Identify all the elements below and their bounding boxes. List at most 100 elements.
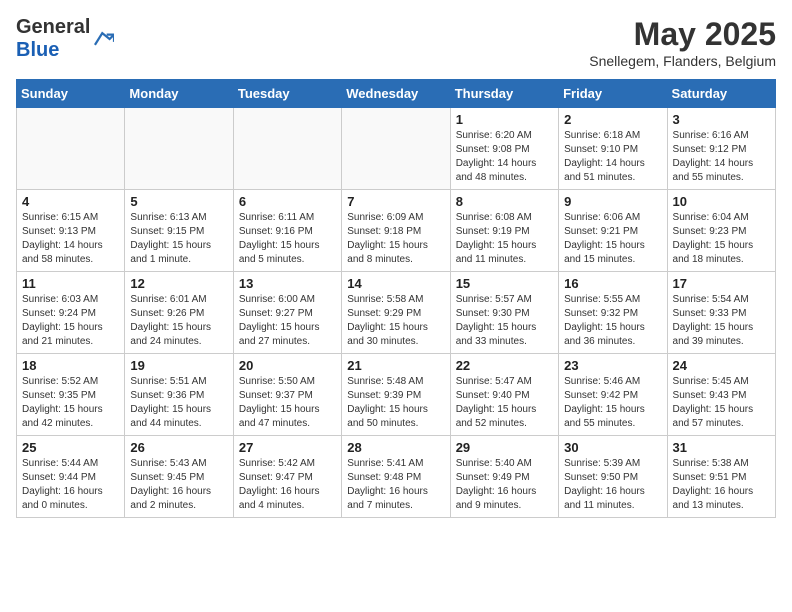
calendar-cell [17, 108, 125, 190]
calendar-cell: 27 Sunrise: 5:42 AM Sunset: 9:47 PM Dayli… [233, 436, 341, 518]
weekday-header-wednesday: Wednesday [342, 80, 450, 108]
day-number: 4 [22, 194, 119, 209]
day-number: 5 [130, 194, 227, 209]
calendar-cell: 2 Sunrise: 6:18 AM Sunset: 9:10 PM Daylig… [559, 108, 667, 190]
day-info: Sunrise: 5:38 AM Sunset: 9:51 PM Dayligh… [673, 457, 770, 513]
calendar-cell: 9Sunrise: 6:06 AM Sunset: 9:21 PM Daylig… [559, 190, 667, 272]
calendar-cell: 16 Sunrise: 5:55 AM Sunset: 9:32 PM Dayli… [559, 272, 667, 354]
calendar-cell: 20Sunrise: 5:50 AM Sunset: 9:37 PM Dayli… [233, 354, 341, 436]
day-info: Sunrise: 6:11 AM Sunset: 9:16 PM Dayligh… [239, 211, 336, 267]
logo: General Blue [16, 16, 114, 62]
calendar-cell: 19 Sunrise: 5:51 AM Sunset: 9:36 PM Dayli… [125, 354, 233, 436]
day-info: Sunrise: 6:16 AM Sunset: 9:12 PM Dayligh… [673, 129, 770, 185]
week-row-1: 1 Sunrise: 6:20 AM Sunset: 9:08 PM Daylig… [17, 108, 776, 190]
day-number: 20 [239, 358, 336, 373]
title-block: May 2025 Snellegem, Flanders, Belgium [589, 16, 776, 69]
calendar-cell: 26 Sunrise: 5:43 AM Sunset: 9:45 PM Dayli… [125, 436, 233, 518]
day-number: 12 [130, 276, 227, 291]
day-number: 18 [22, 358, 119, 373]
calendar-cell: 17Sunrise: 5:54 AM Sunset: 9:33 PM Dayli… [667, 272, 775, 354]
day-number: 19 [130, 358, 227, 373]
weekday-header-row: SundayMondayTuesdayWednesdayThursdayFrid… [17, 80, 776, 108]
weekday-header-friday: Friday [559, 80, 667, 108]
day-number: 28 [347, 440, 444, 455]
day-info: Sunrise: 6:20 AM Sunset: 9:08 PM Dayligh… [456, 129, 553, 185]
calendar-cell: 25Sunrise: 5:44 AM Sunset: 9:44 PM Dayli… [17, 436, 125, 518]
calendar-cell [233, 108, 341, 190]
day-number: 16 [564, 276, 661, 291]
calendar-cell: 5 Sunrise: 6:13 AM Sunset: 9:15 PM Daylig… [125, 190, 233, 272]
day-info: Sunrise: 6:18 AM Sunset: 9:10 PM Dayligh… [564, 129, 661, 185]
day-info: Sunrise: 5:43 AM Sunset: 9:45 PM Dayligh… [130, 457, 227, 513]
logo-blue: Blue [16, 39, 59, 61]
day-number: 23 [564, 358, 661, 373]
week-row-4: 18 Sunrise: 5:52 AM Sunset: 9:35 PM Dayli… [17, 354, 776, 436]
day-number: 17 [673, 276, 770, 291]
day-number: 14 [347, 276, 444, 291]
calendar-cell: 28 Sunrise: 5:41 AM Sunset: 9:48 PM Dayli… [342, 436, 450, 518]
calendar-cell: 11Sunrise: 6:03 AM Sunset: 9:24 PM Dayli… [17, 272, 125, 354]
calendar-cell: 8Sunrise: 6:08 AM Sunset: 9:19 PM Daylig… [450, 190, 558, 272]
day-info: Sunrise: 6:08 AM Sunset: 9:19 PM Dayligh… [456, 211, 553, 267]
day-number: 29 [456, 440, 553, 455]
day-info: Sunrise: 6:09 AM Sunset: 9:18 PM Dayligh… [347, 211, 444, 267]
calendar-cell: 1 Sunrise: 6:20 AM Sunset: 9:08 PM Daylig… [450, 108, 558, 190]
day-info: Sunrise: 5:52 AM Sunset: 9:35 PM Dayligh… [22, 375, 119, 431]
logo-icon [92, 28, 114, 50]
day-number: 2 [564, 112, 661, 127]
day-number: 9 [564, 194, 661, 209]
weekday-header-sunday: Sunday [17, 80, 125, 108]
day-info: Sunrise: 5:58 AM Sunset: 9:29 PM Dayligh… [347, 293, 444, 349]
calendar-cell: 31 Sunrise: 5:38 AM Sunset: 9:51 PM Dayli… [667, 436, 775, 518]
day-number: 24 [673, 358, 770, 373]
day-info: Sunrise: 6:13 AM Sunset: 9:15 PM Dayligh… [130, 211, 227, 267]
calendar-cell: 30 Sunrise: 5:39 AM Sunset: 9:50 PM Dayli… [559, 436, 667, 518]
day-number: 27 [239, 440, 336, 455]
weekday-header-monday: Monday [125, 80, 233, 108]
logo-general: General [16, 16, 90, 38]
logo-text: General Blue [16, 16, 90, 62]
day-info: Sunrise: 6:01 AM Sunset: 9:26 PM Dayligh… [130, 293, 227, 349]
day-info: Sunrise: 5:48 AM Sunset: 9:39 PM Dayligh… [347, 375, 444, 431]
calendar-cell [125, 108, 233, 190]
day-number: 30 [564, 440, 661, 455]
day-number: 3 [673, 112, 770, 127]
day-info: Sunrise: 5:40 AM Sunset: 9:49 PM Dayligh… [456, 457, 553, 513]
month-title: May 2025 [589, 16, 776, 53]
day-info: Sunrise: 5:57 AM Sunset: 9:30 PM Dayligh… [456, 293, 553, 349]
day-info: Sunrise: 5:47 AM Sunset: 9:40 PM Dayligh… [456, 375, 553, 431]
day-info: Sunrise: 5:42 AM Sunset: 9:47 PM Dayligh… [239, 457, 336, 513]
day-info: Sunrise: 5:51 AM Sunset: 9:36 PM Dayligh… [130, 375, 227, 431]
week-row-5: 25Sunrise: 5:44 AM Sunset: 9:44 PM Dayli… [17, 436, 776, 518]
calendar-cell: 14 Sunrise: 5:58 AM Sunset: 9:29 PM Dayli… [342, 272, 450, 354]
day-number: 10 [673, 194, 770, 209]
calendar-cell: 22Sunrise: 5:47 AM Sunset: 9:40 PM Dayli… [450, 354, 558, 436]
day-number: 25 [22, 440, 119, 455]
weekday-header-tuesday: Tuesday [233, 80, 341, 108]
calendar-cell: 6Sunrise: 6:11 AM Sunset: 9:16 PM Daylig… [233, 190, 341, 272]
calendar-cell: 12 Sunrise: 6:01 AM Sunset: 9:26 PM Dayli… [125, 272, 233, 354]
weekday-header-thursday: Thursday [450, 80, 558, 108]
calendar-cell: 4Sunrise: 6:15 AM Sunset: 9:13 PM Daylig… [17, 190, 125, 272]
calendar-cell: 24Sunrise: 5:45 AM Sunset: 9:43 PM Dayli… [667, 354, 775, 436]
calendar-cell: 21Sunrise: 5:48 AM Sunset: 9:39 PM Dayli… [342, 354, 450, 436]
calendar-cell [342, 108, 450, 190]
day-info: Sunrise: 5:46 AM Sunset: 9:42 PM Dayligh… [564, 375, 661, 431]
calendar-cell: 10 Sunrise: 6:04 AM Sunset: 9:23 PM Dayli… [667, 190, 775, 272]
day-info: Sunrise: 5:41 AM Sunset: 9:48 PM Dayligh… [347, 457, 444, 513]
day-info: Sunrise: 6:00 AM Sunset: 9:27 PM Dayligh… [239, 293, 336, 349]
day-number: 31 [673, 440, 770, 455]
day-info: Sunrise: 5:39 AM Sunset: 9:50 PM Dayligh… [564, 457, 661, 513]
calendar-cell: 23 Sunrise: 5:46 AM Sunset: 9:42 PM Dayli… [559, 354, 667, 436]
day-number: 7 [347, 194, 444, 209]
calendar-cell: 15Sunrise: 5:57 AM Sunset: 9:30 PM Dayli… [450, 272, 558, 354]
day-number: 13 [239, 276, 336, 291]
location: Snellegem, Flanders, Belgium [589, 53, 776, 69]
day-info: Sunrise: 5:55 AM Sunset: 9:32 PM Dayligh… [564, 293, 661, 349]
calendar-cell: 7 Sunrise: 6:09 AM Sunset: 9:18 PM Daylig… [342, 190, 450, 272]
week-row-2: 4Sunrise: 6:15 AM Sunset: 9:13 PM Daylig… [17, 190, 776, 272]
day-number: 1 [456, 112, 553, 127]
calendar-cell: 13 Sunrise: 6:00 AM Sunset: 9:27 PM Dayli… [233, 272, 341, 354]
day-number: 26 [130, 440, 227, 455]
day-info: Sunrise: 6:04 AM Sunset: 9:23 PM Dayligh… [673, 211, 770, 267]
